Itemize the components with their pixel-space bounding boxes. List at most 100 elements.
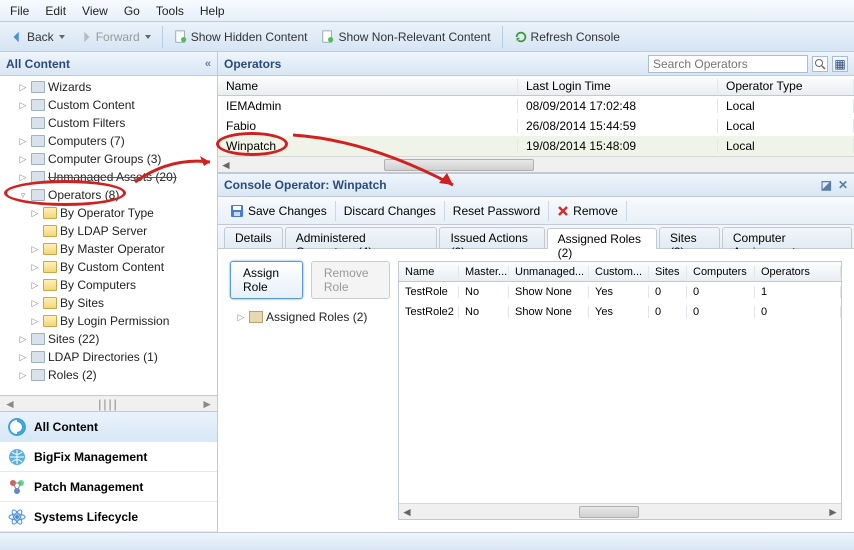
tree-by-login[interactable]: ▷By Login Permission: [0, 312, 217, 330]
box-icon: [31, 81, 45, 93]
cell-type: Local: [718, 99, 854, 113]
rcol-custom[interactable]: Custom...: [589, 266, 649, 278]
rcol-master[interactable]: Master...: [459, 266, 509, 278]
tree-unmanaged[interactable]: ▷Unmanaged Assets (20): [0, 168, 217, 186]
col-type[interactable]: Operator Type: [718, 79, 854, 93]
tree-custom-content[interactable]: ▷Custom Content: [0, 96, 217, 114]
nav-tree[interactable]: ▷Wizards ▷Custom Content Custom Filters …: [0, 76, 217, 395]
tree-by-ldap[interactable]: By LDAP Server: [0, 222, 217, 240]
role-row[interactable]: TestRole2 No Show None Yes 0 0 0: [399, 302, 841, 322]
popout-icon[interactable]: ◪: [821, 178, 832, 192]
tree-by-master[interactable]: ▷By Master Operator: [0, 240, 217, 258]
rcol-operators[interactable]: Operators: [755, 266, 841, 278]
rcell: Yes: [589, 306, 649, 318]
menu-tools[interactable]: Tools: [148, 2, 192, 20]
domain-systems[interactable]: Systems Lifecycle: [0, 502, 217, 532]
operators-grid: Name Last Login Time Operator Type IEMAd…: [218, 76, 854, 173]
tree-computers[interactable]: ▷Computers (7): [0, 132, 217, 150]
roles-grid-header: Name Master... Unmanaged... Custom... Si…: [399, 262, 841, 282]
folder-icon: [43, 243, 57, 255]
rcell: TestRole2: [399, 306, 459, 318]
show-nonrelevant-label: Show Non-Relevant Content: [338, 30, 490, 44]
discard-button[interactable]: Discard Changes: [336, 201, 445, 221]
menu-help[interactable]: Help: [192, 2, 233, 20]
grid-header: Name Last Login Time Operator Type: [218, 76, 854, 96]
refresh-icon: [514, 30, 528, 44]
rcol-sites[interactable]: Sites: [649, 266, 687, 278]
tab-issued-actions[interactable]: Issued Actions (0): [439, 227, 544, 248]
operator-row[interactable]: IEMAdmin 08/09/2014 17:02:48 Local: [218, 96, 854, 116]
tree-operators[interactable]: ▿Operators (8): [0, 186, 217, 204]
reset-password-button[interactable]: Reset Password: [445, 201, 549, 221]
save-button[interactable]: Save Changes: [222, 201, 336, 221]
col-name[interactable]: Name: [218, 79, 518, 93]
tree-custom-filters[interactable]: Custom Filters: [0, 114, 217, 132]
menu-go[interactable]: Go: [116, 2, 148, 20]
folder-icon: [43, 297, 57, 309]
back-button[interactable]: Back: [4, 28, 71, 46]
page-icon: [321, 30, 335, 44]
tree-by-sites[interactable]: ▷By Sites: [0, 294, 217, 312]
tree-by-custom[interactable]: ▷By Custom Content: [0, 258, 217, 276]
tree-by-operator-type[interactable]: ▷By Operator Type: [0, 204, 217, 222]
tree-roles[interactable]: ▷Roles (2): [0, 366, 217, 384]
patch-icon: [8, 478, 26, 496]
tree-label: Computer Groups (3): [48, 152, 161, 166]
roles-scrollbar[interactable]: ◄►: [399, 503, 841, 519]
asset-icon: [31, 171, 45, 183]
rcell: No: [459, 286, 509, 298]
cell-login: 26/08/2014 15:44:59: [518, 119, 718, 133]
tree-wizards[interactable]: ▷Wizards: [0, 78, 217, 96]
menu-edit[interactable]: Edit: [37, 2, 74, 20]
domain-bigfix[interactable]: BigFix Management: [0, 442, 217, 472]
remove-role-button[interactable]: Remove Role: [311, 261, 390, 299]
operator-row[interactable]: Fabio 26/08/2014 15:44:59 Local: [218, 116, 854, 136]
search-button[interactable]: [812, 56, 828, 72]
tree-label: By Login Permission: [60, 314, 169, 328]
tab-details[interactable]: Details: [224, 227, 283, 248]
col-login[interactable]: Last Login Time: [518, 79, 718, 93]
assign-role-button[interactable]: Assign Role: [230, 261, 303, 299]
menu-file[interactable]: File: [2, 2, 37, 20]
tree-ldap[interactable]: ▷LDAP Directories (1): [0, 348, 217, 366]
collapse-icon[interactable]: «: [205, 58, 211, 70]
tree-label: By Operator Type: [60, 206, 154, 220]
role-row[interactable]: TestRole No Show None Yes 0 0 1: [399, 282, 841, 302]
tree-by-computers[interactable]: ▷By Computers: [0, 276, 217, 294]
rcell: 0: [649, 306, 687, 318]
button-label: Reset Password: [453, 204, 540, 218]
list-options-button[interactable]: ▦: [832, 56, 848, 72]
menu-view[interactable]: View: [74, 2, 116, 20]
search-icon: [814, 58, 826, 70]
tree-sites[interactable]: ▷Sites (22): [0, 330, 217, 348]
tab-admin-computers[interactable]: Administered Computers (4): [285, 227, 438, 248]
tab-sites[interactable]: Sites (3): [659, 227, 720, 248]
rcol-name[interactable]: Name: [399, 266, 459, 278]
close-icon[interactable]: ✕: [838, 178, 848, 192]
forward-button[interactable]: Forward: [73, 28, 157, 46]
roles-icon: [31, 369, 45, 381]
tab-assigned-roles[interactable]: Assigned Roles (2): [547, 228, 657, 249]
tree-scrollbar[interactable]: ◄||||►: [0, 395, 217, 411]
show-hidden-button[interactable]: Show Hidden Content: [168, 28, 314, 46]
menu-bar: File Edit View Go Tools Help: [0, 0, 854, 22]
tree-label: Custom Filters: [48, 116, 125, 130]
tab-computer-assignments[interactable]: Computer Assignments: [722, 227, 852, 248]
tree-computer-groups[interactable]: ▷Computer Groups (3): [0, 150, 217, 168]
grid-spacer: [399, 322, 841, 503]
domain-patch[interactable]: Patch Management: [0, 472, 217, 502]
rcol-unmanaged[interactable]: Unmanaged...: [509, 266, 589, 278]
role-tree-root[interactable]: ▷Assigned Roles (2): [230, 307, 390, 327]
tree-label: Operators (8): [48, 188, 119, 202]
show-nonrelevant-button[interactable]: Show Non-Relevant Content: [315, 28, 496, 46]
tree-label: LDAP Directories (1): [48, 350, 158, 364]
refresh-button[interactable]: Refresh Console: [508, 28, 626, 46]
grid-scrollbar[interactable]: ◄: [218, 156, 854, 172]
chevron-down-icon: [145, 35, 151, 39]
domain-all-content[interactable]: All Content: [0, 412, 217, 442]
role-tree[interactable]: ▷Assigned Roles (2): [230, 307, 390, 327]
remove-button[interactable]: Remove: [549, 201, 627, 221]
rcol-computers[interactable]: Computers: [687, 266, 755, 278]
search-input[interactable]: [648, 55, 808, 73]
operator-row[interactable]: Winpatch 19/08/2014 15:48:09 Local: [218, 136, 854, 156]
